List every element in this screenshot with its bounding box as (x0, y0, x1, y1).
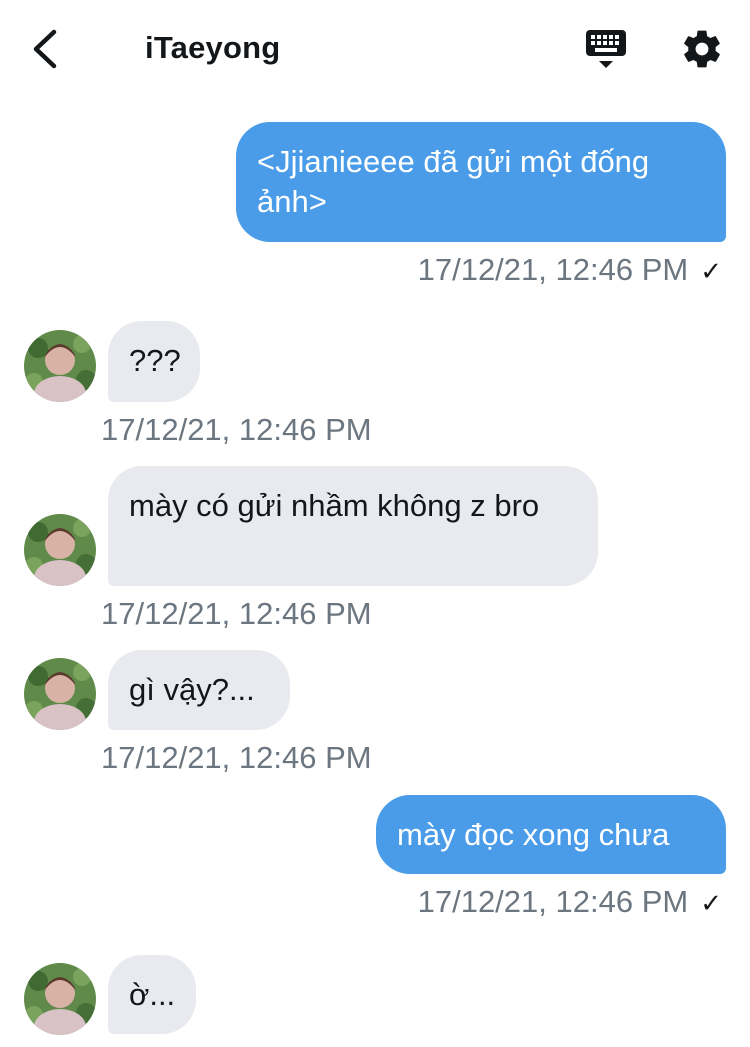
message-timestamp: 17/12/21, 12:46 PM (101, 740, 372, 775)
chevron-left-icon[interactable] (26, 24, 66, 74)
incoming-message-bubble[interactable]: gì vậy?... (108, 650, 290, 730)
avatar[interactable] (24, 514, 96, 586)
outgoing-message-bubble[interactable]: mày đọc xong chưa (376, 795, 726, 874)
incoming-message-bubble[interactable]: mày có gửi nhầm không z bro (108, 466, 598, 586)
keyboard-icon[interactable] (584, 28, 628, 72)
avatar[interactable] (24, 330, 96, 402)
message-timestamp: 17/12/21, 12:46 PM ✓ (417, 252, 722, 287)
message-text: <Jjianieeee đã gửi một đống ảnh> (257, 144, 650, 219)
gear-icon[interactable] (680, 27, 724, 71)
check-icon: ✓ (700, 888, 722, 918)
check-icon: ✓ (700, 256, 722, 286)
message-text: mày đọc xong chưa (397, 817, 670, 852)
outgoing-message-bubble[interactable]: <Jjianieeee đã gửi một đống ảnh> (236, 122, 726, 242)
message-timestamp: 17/12/21, 12:46 PM ✓ (417, 884, 722, 919)
incoming-message-bubble[interactable]: ờ... (108, 955, 196, 1034)
chat-title: iTaeyong (145, 30, 281, 65)
message-text: mày có gửi nhầm không z bro (129, 488, 540, 523)
message-text: gì vậy?... (129, 672, 255, 707)
message-timestamp: 17/12/21, 12:46 PM (101, 596, 372, 631)
message-text: ??? (129, 343, 181, 378)
message-text: ờ... (129, 977, 176, 1012)
incoming-message-bubble[interactable]: ??? (108, 321, 200, 402)
avatar[interactable] (24, 963, 96, 1035)
chat-header: iTaeyong (0, 0, 750, 100)
message-timestamp: 17/12/21, 12:46 PM (101, 412, 372, 447)
avatar[interactable] (24, 658, 96, 730)
